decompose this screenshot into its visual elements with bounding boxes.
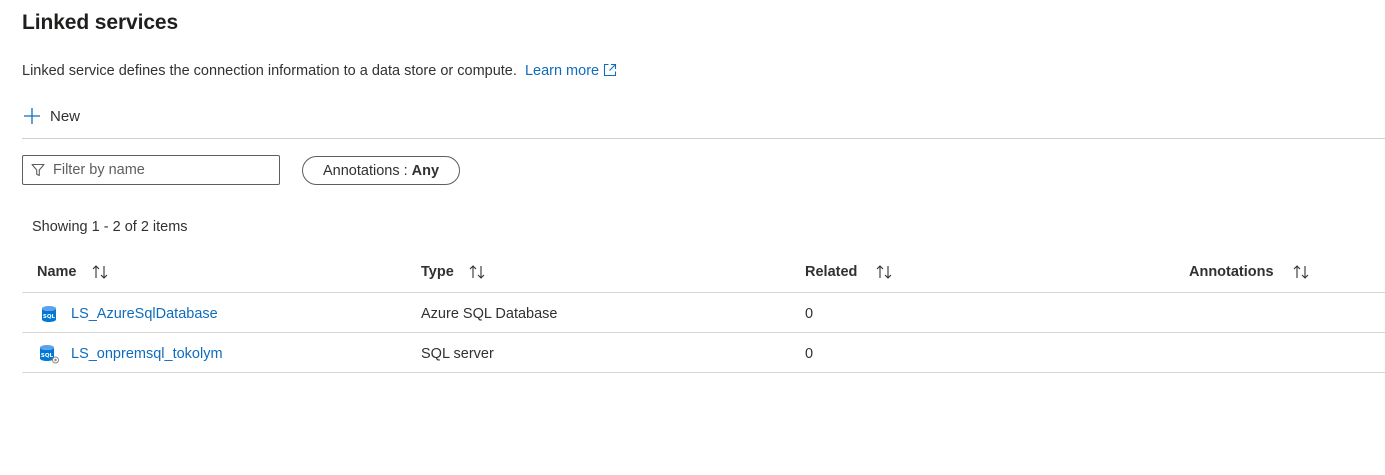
sort-icon[interactable]	[1292, 264, 1310, 280]
item-count: Showing 1 - 2 of 2 items	[32, 219, 188, 235]
external-link-icon	[603, 63, 617, 81]
row-divider	[22, 332, 1385, 333]
annotations-filter-value: Any	[411, 162, 440, 179]
azure-sql-database-icon: SQL	[41, 305, 57, 328]
related-cell: 0	[805, 306, 814, 322]
annotations-filter-pill[interactable]: Annotations : Any	[302, 156, 461, 185]
filter-icon	[23, 163, 53, 177]
row-divider	[22, 372, 1385, 373]
column-header-related[interactable]: Related	[805, 262, 893, 282]
column-header-label: Name	[37, 264, 77, 280]
description-text: Linked service defines the connection in…	[22, 63, 517, 79]
new-button[interactable]: New	[22, 100, 80, 132]
type-cell: Azure SQL Database	[421, 306, 558, 322]
column-header-label: Annotations	[1189, 264, 1274, 280]
learn-more-label: Learn more	[524, 63, 600, 79]
sql-icon-text: SQL	[43, 314, 56, 320]
toolbar-divider	[22, 138, 1385, 139]
plus-icon	[14, 100, 50, 132]
filter-by-name-input[interactable]	[53, 162, 273, 178]
type-cell: SQL server	[421, 346, 494, 362]
sql-server-icon: SQL	[39, 344, 59, 369]
column-header-label: Related	[805, 264, 858, 280]
column-header-label: Type	[421, 264, 454, 280]
related-cell: 0	[805, 346, 814, 362]
sort-icon[interactable]	[875, 264, 893, 280]
linked-service-name-link[interactable]: LS_AzureSqlDatabase	[71, 306, 218, 322]
annotations-filter-label: Annotations :	[323, 162, 408, 179]
column-header-annotations[interactable]: Annotations	[1189, 262, 1310, 282]
learn-more-link[interactable]: Learn more	[525, 63, 617, 79]
sql-icon-text: SQL	[41, 353, 54, 359]
linked-service-name-link[interactable]: LS_onpremsql_tokolym	[71, 346, 223, 362]
description: Linked service defines the connection in…	[22, 63, 617, 81]
new-label: New	[50, 107, 81, 125]
column-header-name[interactable]: Name	[37, 262, 109, 282]
sort-icon[interactable]	[468, 264, 486, 280]
sort-icon[interactable]	[91, 264, 109, 280]
column-header-type[interactable]: Type	[421, 262, 486, 282]
filter-box[interactable]	[22, 155, 280, 185]
page-title: Linked services	[22, 11, 179, 34]
header-divider	[22, 292, 1385, 293]
